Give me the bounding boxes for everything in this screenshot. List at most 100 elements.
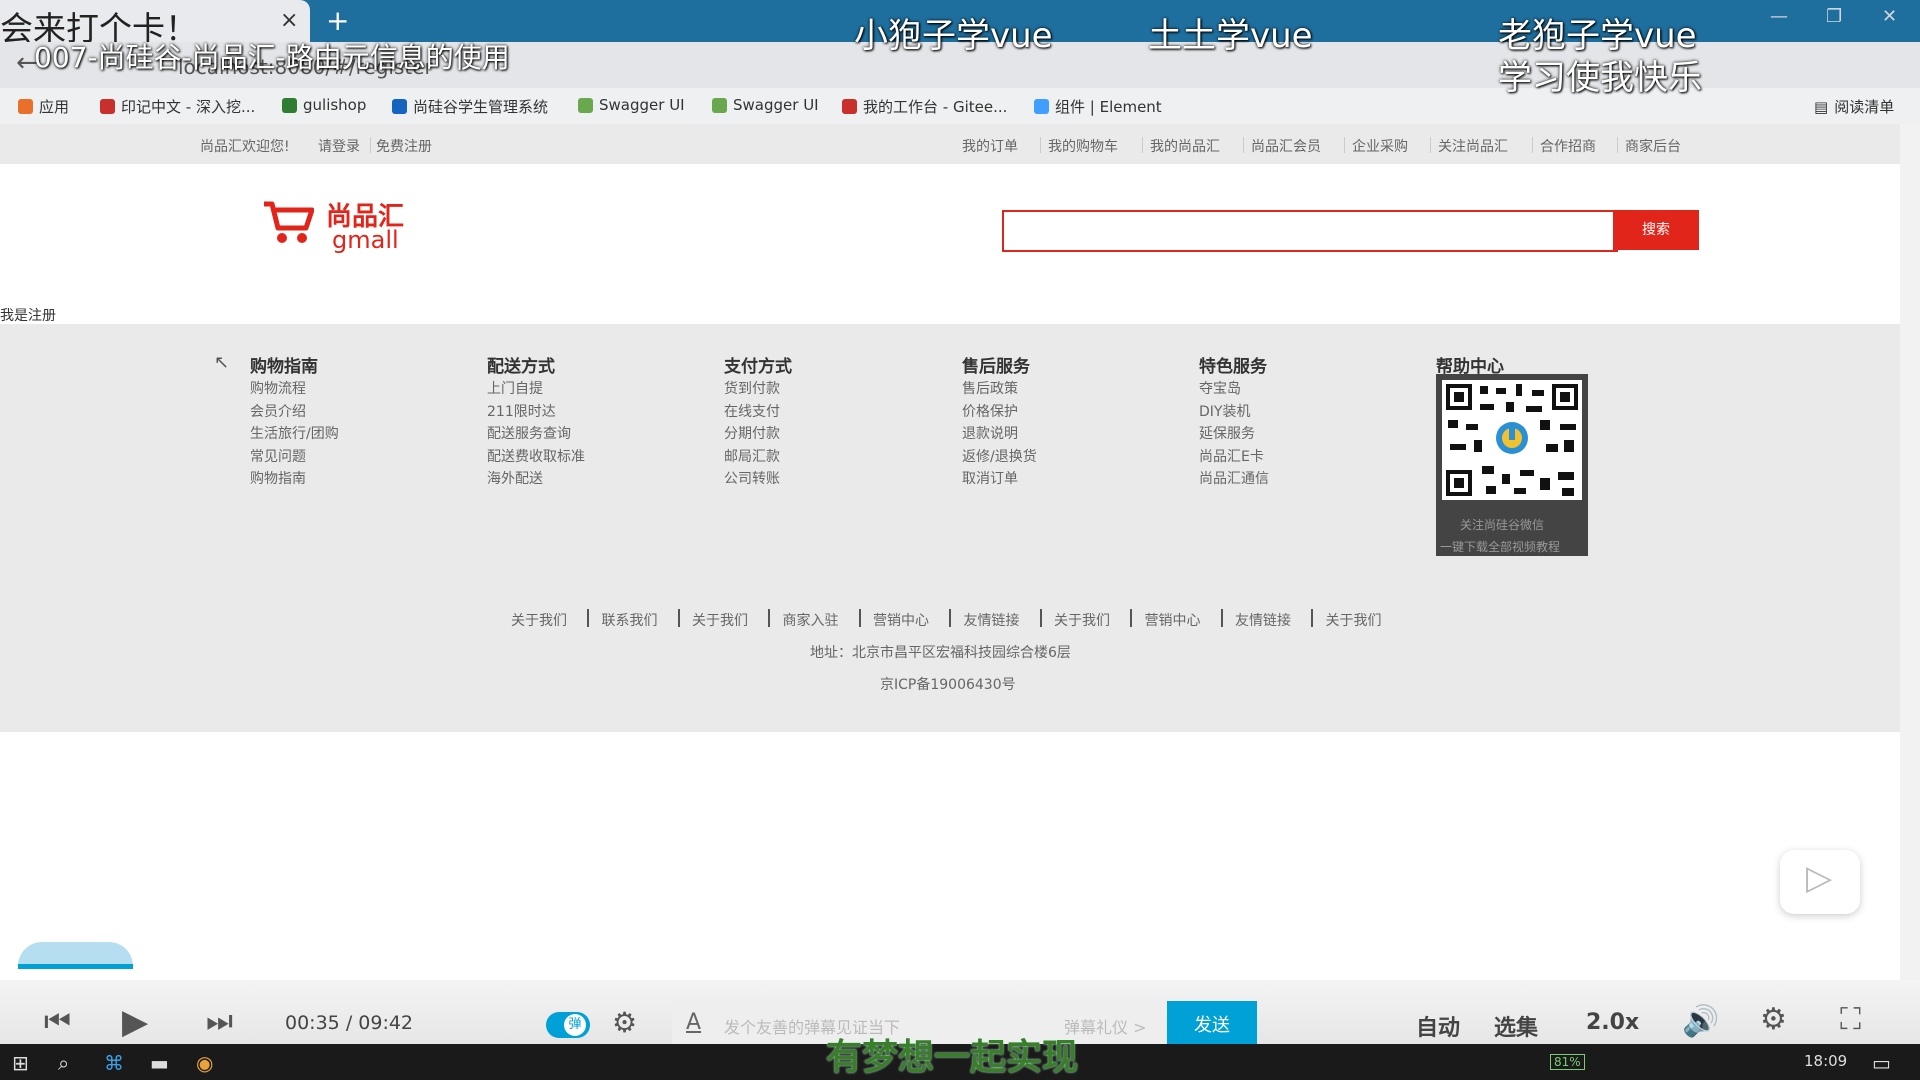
footer-link[interactable]: 夺宝岛 bbox=[1199, 378, 1241, 398]
speed-selector[interactable]: 2.0x bbox=[1586, 1010, 1639, 1035]
video-title: 007-尚硅谷-尚品汇-路由元信息的使用 bbox=[34, 41, 510, 74]
footer-link[interactable]: 在线支付 bbox=[724, 401, 780, 421]
footer-column-title: 购物指南 bbox=[250, 357, 318, 377]
bookmark-item[interactable]: Swagger UI bbox=[712, 96, 819, 114]
reading-list[interactable]: ▤ 阅读清单 bbox=[1814, 96, 1894, 117]
close-window-icon[interactable]: ✕ bbox=[1882, 6, 1897, 27]
font-style-icon[interactable]: A bbox=[686, 1010, 701, 1035]
bookmark-item[interactable]: gulishop bbox=[282, 96, 366, 114]
fullscreen-icon[interactable]: ⛶ bbox=[1840, 1002, 1861, 1037]
footer-link[interactable]: 购物指南 bbox=[250, 468, 306, 488]
login-link[interactable]: 请登录 bbox=[318, 136, 360, 156]
footer-bottom-link[interactable]: 营销中心 bbox=[1145, 610, 1201, 630]
footer-link[interactable]: 价格保护 bbox=[962, 401, 1018, 421]
quality-selector[interactable]: 自动 bbox=[1416, 1010, 1460, 1042]
footer-bottom-link[interactable]: 友情链接 bbox=[964, 610, 1020, 630]
play-icon: ▷ bbox=[1806, 858, 1833, 898]
bookmark-item[interactable]: 应用 bbox=[18, 96, 69, 117]
footer-link[interactable]: 货到付款 bbox=[724, 378, 780, 398]
footer-link[interactable]: 配送费收取标准 bbox=[487, 446, 585, 466]
top-link[interactable]: 关注尚品汇 bbox=[1438, 136, 1508, 156]
top-link[interactable]: 尚品汇会员 bbox=[1251, 136, 1321, 156]
windows-start-icon[interactable]: ⊞ bbox=[12, 1051, 29, 1075]
bookmark-item[interactable]: 印记中文 - 深入挖... bbox=[100, 96, 255, 117]
footer-link[interactable]: 延保服务 bbox=[1199, 423, 1255, 443]
qr-caption: 关注尚硅谷微信 bbox=[1460, 518, 1545, 532]
episodes-button[interactable]: 选集 bbox=[1494, 1010, 1538, 1042]
footer-bottom-link[interactable]: 关于我们 bbox=[1054, 610, 1110, 630]
vertical-scrollbar[interactable] bbox=[1900, 124, 1920, 1042]
footer-link[interactable]: 分期付款 bbox=[724, 423, 780, 443]
footer-link[interactable]: 配送服务查询 bbox=[487, 423, 571, 443]
search-button[interactable]: 搜索 bbox=[1613, 210, 1699, 250]
footer-link[interactable]: 购物流程 bbox=[250, 378, 306, 398]
footer-column-title: 支付方式 bbox=[724, 357, 792, 377]
bookmark-item[interactable]: Swagger UI bbox=[578, 96, 685, 114]
bookmark-label: 组件 | Element bbox=[1055, 98, 1162, 116]
footer-link[interactable]: 售后政策 bbox=[962, 378, 1018, 398]
new-tab-button[interactable]: + bbox=[326, 4, 349, 37]
footer-link[interactable]: 生活旅行/团购 bbox=[250, 423, 339, 443]
footer-bottom-link[interactable]: 关于我们 bbox=[511, 610, 567, 630]
footer-link[interactable]: 常见问题 bbox=[250, 446, 306, 466]
footer-link[interactable]: 会员介绍 bbox=[250, 401, 306, 421]
footer-bottom-link[interactable]: 营销中心 bbox=[873, 610, 929, 630]
progress-bar[interactable] bbox=[18, 964, 133, 969]
footer-bottom-link[interactable]: 友情链接 bbox=[1235, 610, 1291, 630]
top-link[interactable]: 商家后台 bbox=[1625, 136, 1681, 156]
footer-bottom-link[interactable]: 关于我们 bbox=[692, 610, 748, 630]
settings-icon[interactable]: ⚙ bbox=[1760, 1002, 1787, 1037]
current-time: 00:35 bbox=[285, 1012, 340, 1034]
bookmark-item[interactable]: 我的工作台 - Gitee... bbox=[842, 96, 1007, 117]
top-link[interactable]: 企业采购 bbox=[1352, 136, 1408, 156]
terminal-icon[interactable]: ▬ bbox=[150, 1051, 169, 1075]
footer-link[interactable]: 返修/退换货 bbox=[962, 446, 1037, 466]
volume-icon[interactable]: 🔊 bbox=[1682, 1004, 1719, 1039]
divider bbox=[858, 609, 861, 627]
restore-icon[interactable]: ❐ bbox=[1826, 6, 1842, 27]
tab-close-icon[interactable]: × bbox=[280, 8, 298, 33]
footer-bottom-link[interactable]: 关于我们 bbox=[1326, 610, 1382, 630]
mouse-cursor-icon: ↖ bbox=[214, 352, 230, 373]
footer-bottom-link[interactable]: 联系我们 bbox=[602, 610, 658, 630]
divider bbox=[677, 609, 680, 627]
top-link[interactable]: 我的订单 bbox=[962, 136, 1018, 156]
bookmark-item[interactable]: 组件 | Element bbox=[1034, 96, 1162, 117]
footer-link[interactable]: 211限时达 bbox=[487, 401, 556, 421]
top-link[interactable]: 合作招商 bbox=[1540, 136, 1596, 156]
logo-subtext: gmall bbox=[332, 226, 399, 254]
bookmark-icon bbox=[282, 97, 297, 113]
previous-icon[interactable]: ⏮ bbox=[44, 1004, 71, 1039]
top-link[interactable]: 我的尚品汇 bbox=[1150, 136, 1220, 156]
notification-icon[interactable]: ▭ bbox=[1872, 1051, 1891, 1075]
icp-number: 京ICP备19006430号 bbox=[880, 677, 1016, 693]
bookmark-icon bbox=[392, 99, 407, 114]
footer-link[interactable]: 海外配送 bbox=[487, 468, 543, 488]
footer-bottom-link[interactable]: 商家入驻 bbox=[783, 610, 839, 630]
footer-link[interactable]: 上门自提 bbox=[487, 378, 543, 398]
divider bbox=[1532, 137, 1533, 153]
play-icon[interactable]: ▶ bbox=[122, 1002, 148, 1042]
search-input[interactable] bbox=[1002, 210, 1618, 252]
danmu-settings-icon[interactable]: ⚙ bbox=[612, 1006, 637, 1039]
divider bbox=[1243, 137, 1244, 153]
bookmark-label: Swagger UI bbox=[733, 96, 819, 114]
company-address: 地址：北京市昌平区宏福科技园综合楼6层 bbox=[810, 645, 1071, 661]
next-icon[interactable]: ⏭ bbox=[206, 1004, 233, 1039]
register-link[interactable]: 免费注册 bbox=[376, 136, 432, 156]
qr-pattern bbox=[1442, 380, 1582, 500]
footer-link[interactable]: 尚品汇E卡 bbox=[1199, 446, 1264, 466]
chrome-icon[interactable]: ◉ bbox=[196, 1051, 213, 1075]
footer-link[interactable]: 取消订单 bbox=[962, 468, 1018, 488]
footer-link[interactable]: 退款说明 bbox=[962, 423, 1018, 443]
footer-link[interactable]: 尚品汇通信 bbox=[1199, 468, 1269, 488]
battery-indicator: 81% bbox=[1550, 1054, 1585, 1070]
search-icon[interactable]: ⌕ bbox=[58, 1051, 69, 1075]
footer-link[interactable]: DIY装机 bbox=[1199, 401, 1250, 421]
minimize-icon[interactable]: — bbox=[1770, 6, 1788, 27]
bookmark-item[interactable]: 尚硅谷学生管理系统 bbox=[392, 96, 548, 117]
footer-link[interactable]: 公司转账 bbox=[724, 468, 780, 488]
top-link[interactable]: 我的购物车 bbox=[1048, 136, 1118, 156]
vscode-icon[interactable]: ⌘ bbox=[104, 1051, 124, 1075]
footer-link[interactable]: 邮局汇款 bbox=[724, 446, 780, 466]
